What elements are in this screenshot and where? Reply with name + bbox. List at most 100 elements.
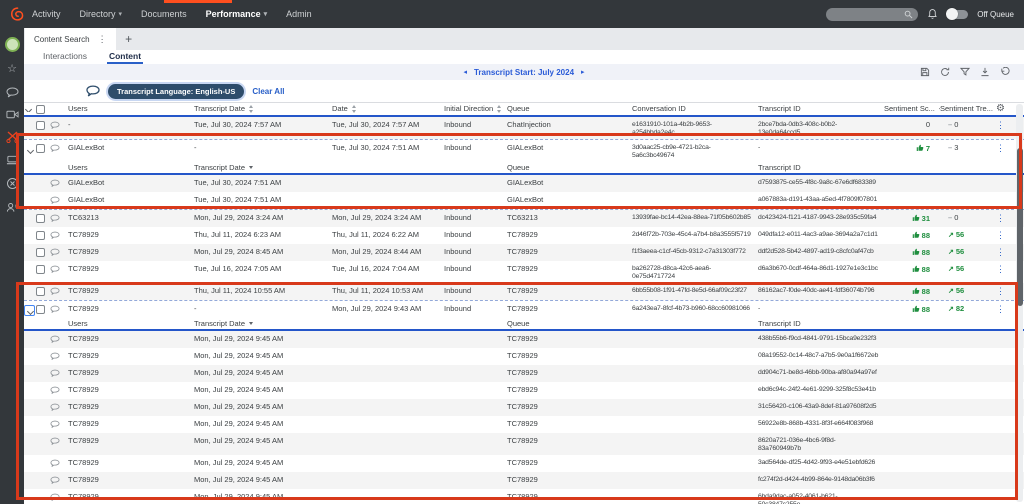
date-pager-bar: ◂ Transcript Start: July 2024 ▸ xyxy=(24,64,1024,80)
column-settings-gear-icon[interactable]: ⚙ xyxy=(996,104,1005,114)
contacts-icon[interactable] xyxy=(6,202,19,213)
cell-queue: TC78929 xyxy=(507,436,538,445)
row-menu-button[interactable]: ⋮ xyxy=(996,247,1005,257)
nav-item-activity[interactable]: Activity xyxy=(32,9,61,19)
cell-queue: TC63213 xyxy=(507,213,538,222)
nav-item-performance[interactable]: Performance ▾ xyxy=(206,9,268,19)
genesys-logo-icon[interactable] xyxy=(4,6,30,22)
row-checkbox[interactable] xyxy=(36,248,45,257)
column-header-sentiment-trend[interactable]: Sentiment Tre... xyxy=(940,105,996,113)
select-all-checkbox[interactable] xyxy=(36,104,45,114)
row-checkbox[interactable] xyxy=(36,121,45,130)
sub-row: TC78929 Mon, Jul 29, 2024 9:45 AM TC78929 4… xyxy=(24,331,1024,348)
row-checkbox[interactable] xyxy=(36,214,45,223)
row-checkbox[interactable] xyxy=(36,265,45,274)
tab-interactions[interactable]: Interactions xyxy=(41,51,89,64)
refresh-icon[interactable] xyxy=(940,67,950,77)
filter-icon[interactable] xyxy=(960,67,970,77)
scrollbar-thumb[interactable] xyxy=(1016,148,1023,306)
row-menu-button[interactable]: ⋮ xyxy=(996,304,1005,314)
cell-transcript-date: Mon, Jul 29, 2024 9:45 AM xyxy=(194,492,284,501)
row-checkbox[interactable] xyxy=(36,287,45,296)
pager-next-icon[interactable]: ▸ xyxy=(581,68,585,76)
sub-column-users[interactable]: Users xyxy=(68,320,194,328)
favorites-star-icon[interactable]: ☆ xyxy=(7,64,17,75)
row-menu-button[interactable]: ⋮ xyxy=(996,230,1005,240)
cell-transcript-date: Tue, Jul 30, 2024 7:51 AM xyxy=(194,195,282,204)
cell-transcript-date: Mon, Jul 29, 2024 8:45 AM xyxy=(194,247,284,256)
table-row: TC78929 Mon, Jul 29, 2024 8:45 AM Mon, Jul… xyxy=(24,244,1024,261)
expander-cell xyxy=(24,285,36,298)
sub-column-users[interactable]: Users xyxy=(68,164,194,172)
queue-status-toggle[interactable] xyxy=(946,7,969,20)
column-header-sentiment-score[interactable]: Sentiment Sc... xyxy=(884,105,940,113)
sub-column-transcript-id[interactable]: Transcript ID xyxy=(758,164,884,172)
row-menu-button[interactable]: ⋮ xyxy=(996,213,1005,223)
cell-transcript-id: 56922e8b-868b-4331-8f3f-e664f083f968 xyxy=(758,420,874,427)
clear-all-button[interactable]: Clear All xyxy=(252,87,284,96)
column-header-transcript-id[interactable]: Transcript ID xyxy=(758,105,884,113)
cell-transcript-date: Mon, Jul 29, 2024 3:24 AM xyxy=(194,213,284,222)
collapse-all-toggle[interactable] xyxy=(24,106,36,112)
interactions-icon[interactable] xyxy=(5,131,19,143)
tab-menu-icon[interactable]: ⋮ xyxy=(98,34,107,45)
language-filter-chip[interactable]: Transcript Language: English-US xyxy=(108,83,245,99)
chat-cell xyxy=(50,142,68,160)
expand-toggle[interactable] xyxy=(24,305,35,316)
vertical-scrollbar[interactable] xyxy=(1016,104,1023,502)
reset-undo-icon[interactable] xyxy=(1000,67,1010,77)
user-presence-avatar[interactable] xyxy=(4,37,20,52)
row-menu-button[interactable]: ⋮ xyxy=(996,143,1005,153)
cell-conversation-id: f1f3aeea-c1cf-45cb-9312-c7a31303f772 xyxy=(632,248,746,255)
sub-column-queue[interactable]: Queue xyxy=(507,164,632,172)
chat-bubble-icon xyxy=(50,196,60,207)
checkbox-cell xyxy=(36,246,50,259)
workspace-tab-content-search[interactable]: Content Search ⋮ xyxy=(25,28,116,50)
chat-bubble-icon xyxy=(50,493,60,504)
inbox-icon[interactable] xyxy=(6,155,19,165)
sub-row: GIALexBot Tue, Jul 30, 2024 7:51 AM GIALex… xyxy=(24,175,1024,192)
pager-previous-icon[interactable]: ◂ xyxy=(463,68,467,76)
column-header-users[interactable]: Users xyxy=(68,105,194,113)
row-checkbox[interactable] xyxy=(36,144,45,153)
column-header-transcript-date[interactable]: Transcript Date xyxy=(194,105,332,113)
save-icon[interactable] xyxy=(920,67,930,77)
nav-item-directory[interactable]: Directory ▾ xyxy=(80,9,123,19)
sub-column-transcript-date[interactable]: Transcript Date xyxy=(194,164,332,172)
global-search-input[interactable] xyxy=(826,7,919,21)
sub-column-transcript-date[interactable]: Transcript Date xyxy=(194,320,332,328)
expander-cell xyxy=(24,246,36,259)
column-label: Sentiment Tre... xyxy=(940,105,993,113)
cell-users: TC78929 xyxy=(68,264,99,273)
messages-icon[interactable] xyxy=(5,87,19,98)
cell-queue: TC78929 xyxy=(507,385,538,394)
column-header-queue[interactable]: Queue xyxy=(507,105,632,113)
cell-sentiment-trend: ↗ 56 xyxy=(940,229,996,242)
nav-item-documents[interactable]: Documents xyxy=(141,9,187,19)
row-menu-button[interactable]: ⋮ xyxy=(996,120,1005,130)
tab-content[interactable]: Content xyxy=(107,51,143,64)
row-checkbox[interactable] xyxy=(36,231,45,240)
trend-up-icon: ↗ xyxy=(948,266,956,273)
notifications-bell-icon[interactable] xyxy=(927,8,938,20)
column-header-date[interactable]: Date xyxy=(332,105,444,113)
cell-sentiment-trend: ↗ 82 xyxy=(940,303,996,316)
expand-toggle[interactable] xyxy=(24,144,35,155)
export-download-icon[interactable] xyxy=(980,67,990,77)
sub-column-queue[interactable]: Queue xyxy=(507,320,632,328)
nav-item-admin[interactable]: Admin xyxy=(286,9,312,19)
row-menu-button[interactable]: ⋮ xyxy=(996,264,1005,274)
checkbox-cell xyxy=(36,229,50,242)
column-header-initial-direction[interactable]: Initial Direction xyxy=(444,105,507,113)
video-icon[interactable] xyxy=(5,110,19,119)
row-checkbox[interactable] xyxy=(36,305,45,314)
cell-transcript-date: Mon, Jul 29, 2024 9:45 AM xyxy=(194,436,284,445)
chat-cell xyxy=(50,350,68,363)
column-header-conversation-id[interactable]: Conversation ID xyxy=(632,105,758,113)
add-tab-button[interactable]: + xyxy=(116,28,142,50)
group-sub-header: Users Transcript Date Queue Transcript ID xyxy=(24,162,1024,175)
row-menu-button[interactable]: ⋮ xyxy=(996,286,1005,296)
sub-column-transcript-id[interactable]: Transcript ID xyxy=(758,320,884,328)
apps-icon[interactable] xyxy=(6,177,19,190)
table-row: TC78929 Thu, Jul 11, 2024 10:55 AM Thu, Ju… xyxy=(24,283,1024,300)
